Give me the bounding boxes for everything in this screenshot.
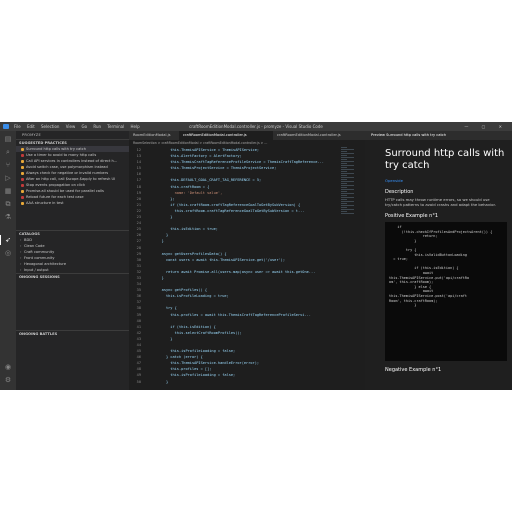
ongoing-sessions-section[interactable]: ONGOING SESSIONS xyxy=(16,273,129,280)
minimap-line xyxy=(341,195,347,196)
minimap-line xyxy=(341,147,347,148)
active-indicator xyxy=(0,235,1,245)
error-icon xyxy=(21,195,24,199)
minimap-line xyxy=(341,153,354,154)
minimap-line xyxy=(341,171,347,172)
warning-icon xyxy=(21,147,24,151)
minimap[interactable] xyxy=(341,147,363,390)
positive-example-code: if (!this.checkIfProfilesAndProjectsAren… xyxy=(385,222,507,361)
minimap-line xyxy=(341,201,354,202)
promyze-icon[interactable]: ➶ xyxy=(4,236,12,244)
minimap-line xyxy=(341,179,347,180)
minimap-line xyxy=(341,149,354,150)
minimap-line xyxy=(341,177,354,178)
minimap-line xyxy=(341,191,347,192)
search-icon[interactable]: ⌕ xyxy=(4,148,12,156)
editor-tabs: RoomEditionModal.js craftRoomEditionModa… xyxy=(129,131,365,140)
editor-tab[interactable]: craftRoomEditionModal.controller.js xyxy=(273,131,365,140)
minimap-line xyxy=(341,161,354,162)
minimap-line xyxy=(341,173,354,174)
catalog-item[interactable]: Input / output xyxy=(16,267,129,273)
error-icon xyxy=(21,183,24,187)
minimap-line xyxy=(341,213,354,214)
minimap-line xyxy=(341,197,354,198)
gitlens-icon[interactable]: ◎ xyxy=(4,249,12,257)
minimap-line xyxy=(341,155,347,156)
description-heading: Description xyxy=(385,189,414,195)
minimap-line xyxy=(341,163,347,164)
preview-body: Surround http calls with try catch Opens… xyxy=(385,148,507,375)
minimap-line xyxy=(341,187,347,188)
editor-tab-active[interactable]: craftRoomEditionModal.controller.js xyxy=(179,131,273,140)
negative-example-heading: Negative Example n°1 xyxy=(385,367,442,373)
suggested-practices-list: Surround http calls with try catch Use a… xyxy=(16,146,129,230)
minimap-line xyxy=(341,169,354,170)
minimap-line xyxy=(341,207,347,208)
practice-preview-panel: Preview Surround http calls with try cat… xyxy=(365,131,512,390)
editor-tab[interactable]: RoomEditionModal.js xyxy=(129,131,179,140)
code-editor: RoomEditionModal.js craftRoomEditionModa… xyxy=(129,131,365,390)
minimap-line xyxy=(341,211,347,212)
minimap-line xyxy=(341,159,347,160)
minimap-line xyxy=(341,175,347,176)
title-bar: File Edit Selection View Go Run Terminal… xyxy=(0,122,512,131)
minimap-line xyxy=(341,183,347,184)
minimap-line xyxy=(341,203,347,204)
window-title: craftRoomEditionModal.controller.js - pr… xyxy=(189,124,323,129)
minimap-line xyxy=(341,165,354,166)
sidebar-header: PROMYZE xyxy=(22,133,41,137)
code-text: } xyxy=(153,379,169,384)
minimap-line xyxy=(341,193,354,194)
minimap-line xyxy=(341,185,354,186)
minimap-line xyxy=(341,205,354,206)
catalogs-section[interactable]: CATALOGS xyxy=(16,230,129,237)
minimap-line xyxy=(341,157,354,158)
extensions-icon[interactable]: ▦ xyxy=(4,187,12,195)
positive-example-heading: Positive Example n°1 xyxy=(385,213,438,219)
files-icon[interactable]: ▤ xyxy=(4,135,12,143)
error-icon xyxy=(21,153,24,157)
preview-tab[interactable]: Preview Surround http calls with try cat… xyxy=(365,131,512,140)
promyze-sidebar: PROMYZE SUGGESTED PRACTICES Surround htt… xyxy=(16,131,129,390)
settings-gear-icon[interactable]: ⚙ xyxy=(4,376,12,384)
minimap-line xyxy=(341,209,354,210)
openside-link[interactable]: Openside xyxy=(385,178,507,183)
warning-icon xyxy=(21,171,24,175)
sessions-spacer xyxy=(16,280,129,330)
code-line[interactable]: 50 } xyxy=(129,379,349,385)
warning-icon xyxy=(21,189,24,193)
warning-icon xyxy=(21,201,24,205)
minimap-line xyxy=(341,167,347,168)
minimap-line xyxy=(341,199,347,200)
activity-bar: ▤ ⌕ ⑂ ▷ ▦ ⧉ ⚗ ➶ ◎ ◉ ⚙ xyxy=(0,131,16,390)
ongoing-battles-section[interactable]: ONGOING BATTLES xyxy=(16,330,129,337)
run-debug-icon[interactable]: ▷ xyxy=(4,174,12,182)
practice-item[interactable]: AAA structure in test xyxy=(16,200,129,206)
account-icon[interactable]: ◉ xyxy=(4,363,12,371)
source-control-icon[interactable]: ⑂ xyxy=(4,161,12,169)
window-controls[interactable]: — ▢ ✕ xyxy=(464,122,508,131)
warning-icon xyxy=(21,159,24,163)
code-lines[interactable]: 12 this.ThemisAPIService = ThemisAPIServ… xyxy=(129,147,349,390)
minimap-line xyxy=(341,181,354,182)
warning-icon xyxy=(21,165,24,169)
remote-icon[interactable]: ⧉ xyxy=(4,200,12,208)
description-text: HTTP calls may throw runtime errors, so … xyxy=(385,197,496,207)
vscode-window: File Edit Selection View Go Run Terminal… xyxy=(0,122,512,390)
suggested-practices-section[interactable]: SUGGESTED PRACTICES xyxy=(16,139,129,146)
minimap-line xyxy=(341,189,354,190)
minimap-line xyxy=(341,151,347,152)
line-number: 50 xyxy=(136,379,141,384)
breadcrumb[interactable]: RoomSelection > craftRoomEditionModal > … xyxy=(129,140,369,146)
practice-title: Surround http calls with try catch xyxy=(385,148,505,171)
error-icon xyxy=(21,177,24,181)
testing-icon[interactable]: ⚗ xyxy=(4,213,12,221)
